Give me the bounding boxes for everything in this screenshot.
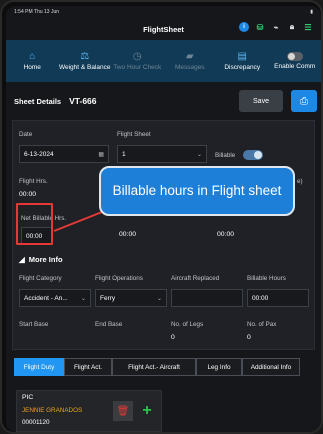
pax-value: 0 xyxy=(247,334,251,341)
flight-sheet-form: Date 6-13-2024 ▦ Flight Sheet 1 ⌄ Billab… xyxy=(12,120,315,350)
aircraft-replaced-field[interactable] xyxy=(171,289,243,307)
flight-operations-select[interactable]: Ferry ⌄ xyxy=(95,289,167,307)
app-header: FlightSheet i ⛁ ⌁ 🔒︎ ☰ xyxy=(6,18,321,40)
tab-flight-act[interactable]: Flight Act. xyxy=(64,358,112,376)
nav-discrepancy[interactable]: ▤ Discrepancy xyxy=(216,40,269,82)
nav-two-hour-check[interactable]: ◷ Two Hour Check xyxy=(111,40,164,82)
chat-icon: ▰ xyxy=(185,50,194,62)
tab-flight-act-aircraft[interactable]: Flight Act.- Aircraft xyxy=(112,358,196,376)
status-bar: 1:54 PM Thu 13 Jun ▮ xyxy=(6,6,321,18)
flight-category-select[interactable]: Accident - An... ⌄ xyxy=(19,289,91,307)
save-button[interactable]: Save xyxy=(239,90,283,112)
flight-category-label: Flight Category xyxy=(19,275,62,282)
end-base-label: End Base xyxy=(95,321,123,328)
date-value: 6-13-2024 xyxy=(24,150,54,158)
sheet-header: Sheet Details VT-666 Save ⎙ xyxy=(6,86,321,116)
nav-label: Weight & Balance xyxy=(58,63,111,71)
mid-hours-value-2: 00:00 xyxy=(217,231,235,238)
crew-card-pic: PIC JENNIE GRANADOS 00001120 🗑︎ + xyxy=(16,390,162,432)
sync-icon[interactable]: ⛁ xyxy=(255,22,265,32)
tab-additional-info[interactable]: Additional Info xyxy=(242,358,300,376)
add-icon[interactable]: + xyxy=(137,401,157,421)
printer-icon: ⎙ xyxy=(300,95,308,107)
billable-hours-label: Billable Hours xyxy=(247,275,286,282)
nav-label: Enable Comm xyxy=(274,62,316,70)
billable-toggle[interactable] xyxy=(243,150,263,160)
app-screen: 1:54 PM Thu 13 Jun ▮ FlightSheet i ⛁ ⌁ 🔒… xyxy=(6,6,321,432)
nav-label: Messages xyxy=(174,63,205,71)
flight-operations-label: Flight Operations xyxy=(95,275,143,282)
billable-label: Billable xyxy=(215,152,236,159)
info-icon[interactable]: i xyxy=(239,22,249,32)
crew-name: JENNIE GRANADOS xyxy=(22,407,83,414)
nav-enable-comm[interactable]: Enable Comm xyxy=(269,40,322,82)
pax-label: No. of Pax xyxy=(247,321,277,328)
obscured-label-fragment: e) xyxy=(297,178,303,185)
status-date: Thu 13 Jun xyxy=(34,9,60,15)
detail-tabs: Flight Duty Flight Act. Flight Act.- Air… xyxy=(14,358,304,376)
annotation-callout: Billable hours in Flight sheet xyxy=(99,166,295,216)
toggle-icon[interactable] xyxy=(286,51,303,61)
nav-label: Discrepancy xyxy=(224,63,261,71)
wifi-icon[interactable]: ⌁ xyxy=(271,22,281,32)
nav-messages[interactable]: ▰ Messages xyxy=(164,40,217,82)
flight-sheet-value: 1 xyxy=(122,150,126,158)
more-info-label: More Info xyxy=(28,255,63,264)
status-time: 1:54 PM xyxy=(14,9,33,15)
crew-role: PIC xyxy=(22,394,34,401)
clock-icon: ◷ xyxy=(132,50,142,62)
legs-label: No. of Legs xyxy=(171,321,204,328)
chevron-down-icon: ⌄ xyxy=(80,295,86,302)
trash-icon[interactable]: 🗑︎ xyxy=(113,401,133,421)
flight-hrs-value: 00:00 xyxy=(19,191,37,198)
caret-down-icon: ◢ xyxy=(19,255,25,264)
flight-operations-value: Ferry xyxy=(100,294,116,302)
crew-id: 00001120 xyxy=(22,419,50,426)
flight-category-value: Accident - An... xyxy=(24,294,68,302)
nav-home[interactable]: ⌂ Home xyxy=(6,40,59,82)
billable-hours-value: 00:00 xyxy=(252,294,269,302)
nav-weight-balance[interactable]: ⚖ Weight & Balance xyxy=(59,40,112,82)
more-info-toggle[interactable]: ◢ More Info xyxy=(19,255,63,264)
mid-hours-value-1: 00:00 xyxy=(119,231,137,238)
scale-icon: ⚖ xyxy=(80,50,90,62)
tablet-frame: 1:54 PM Thu 13 Jun ▮ FlightSheet i ⛁ ⌁ 🔒… xyxy=(0,0,323,434)
date-field[interactable]: 6-13-2024 ▦ xyxy=(19,145,109,163)
flight-sheet-label: Flight Sheet xyxy=(117,131,151,138)
aircraft-id: VT-666 xyxy=(69,96,97,106)
clipboard-icon: ▤ xyxy=(237,50,247,62)
main-toolbar: ⌂ Home ⚖ Weight & Balance ◷ Two Hour Che… xyxy=(6,40,321,82)
tab-leg-info[interactable]: Leg Info xyxy=(196,358,242,376)
flight-sheet-select[interactable]: 1 ⌄ xyxy=(117,145,207,163)
start-base-label: Start Base xyxy=(19,321,49,328)
sheet-details-label: Sheet Details xyxy=(14,96,62,106)
print-button[interactable]: ⎙ xyxy=(291,90,317,112)
calendar-icon: ▦ xyxy=(98,151,104,158)
chevron-down-icon: ⌄ xyxy=(196,151,202,158)
flight-hrs-label: Flight Hrs. xyxy=(19,178,48,185)
lock-icon[interactable]: 🔒︎ xyxy=(287,22,297,32)
aircraft-replaced-label: Aircraft Replaced xyxy=(171,275,220,282)
battery-icon: ▮ xyxy=(310,9,313,15)
legs-value: 0 xyxy=(171,334,175,341)
billable-hours-field[interactable]: 00:00 xyxy=(247,289,309,307)
nav-label: Two Hour Check xyxy=(113,63,162,71)
annotation-highlight-box xyxy=(16,203,53,245)
menu-icon[interactable]: ☰ xyxy=(303,22,313,32)
tab-flight-duty[interactable]: Flight Duty xyxy=(14,358,64,376)
chevron-down-icon: ⌄ xyxy=(156,295,162,302)
date-label: Date xyxy=(19,131,33,138)
home-icon: ⌂ xyxy=(29,50,36,62)
nav-label: Home xyxy=(23,63,41,71)
